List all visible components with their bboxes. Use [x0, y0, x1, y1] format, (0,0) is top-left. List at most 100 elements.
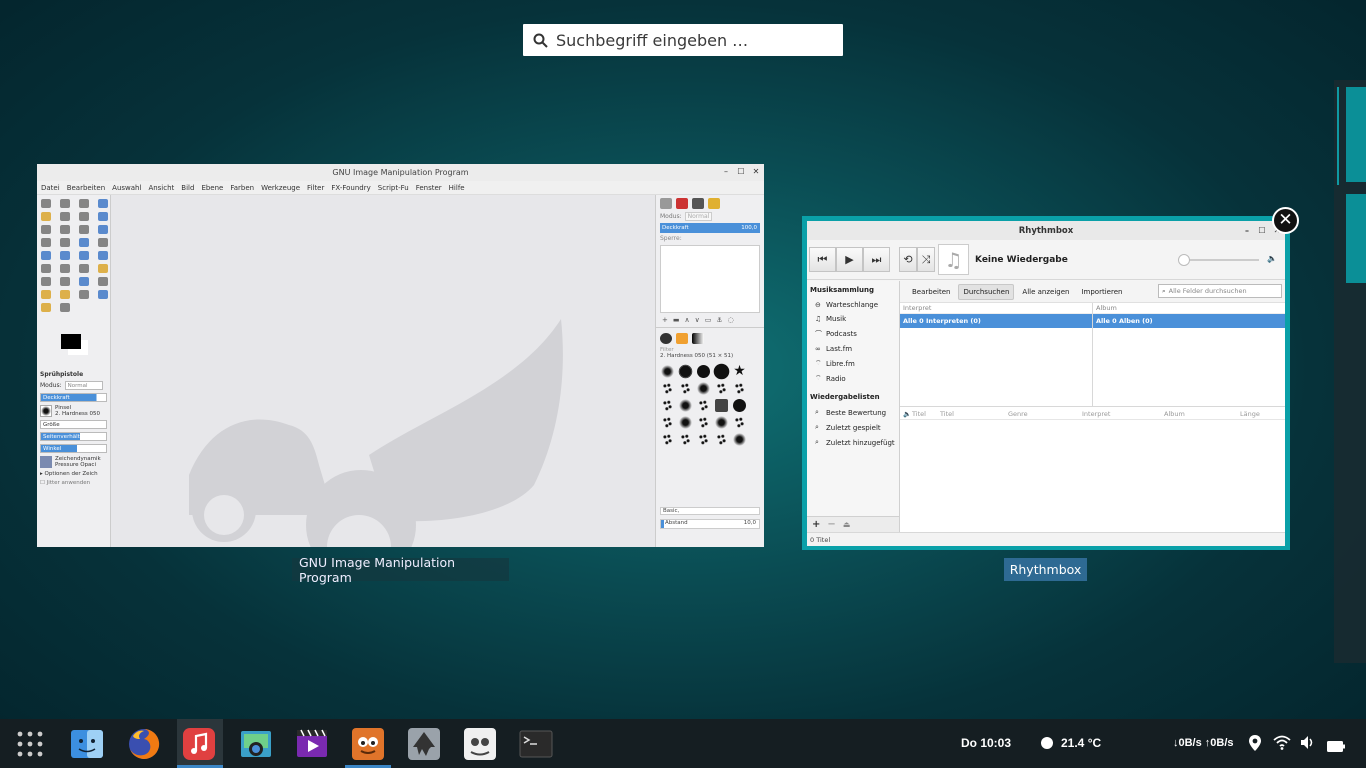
column-header[interactable]: Genre — [1008, 410, 1082, 418]
tab-browse[interactable]: Durchsuchen — [958, 283, 1015, 300]
network-speed[interactable]: ↓0B/s ↑0B/s — [1173, 737, 1234, 749]
brush-item[interactable] — [679, 399, 692, 412]
brush-item[interactable] — [715, 433, 728, 446]
brush-item[interactable] — [697, 382, 710, 395]
menu-item[interactable]: Farben — [230, 184, 254, 192]
flip-icon[interactable] — [79, 251, 89, 260]
layers-tab-icon[interactable] — [660, 198, 672, 209]
eraser-icon[interactable] — [60, 277, 70, 286]
sidebar-item-radio[interactable]: ⌔ Radio — [807, 371, 899, 386]
dynamics-icon[interactable] — [40, 456, 52, 468]
inkscape-icon[interactable] — [407, 727, 441, 761]
sidebar-item-top-rated[interactable]: ⌕ Beste Bewertung — [807, 405, 899, 420]
brush-grid[interactable]: ★ — [656, 361, 764, 450]
foreground-select-icon[interactable] — [79, 212, 89, 221]
jitter-checkbox[interactable]: Jitter anwenden — [47, 480, 90, 486]
tab-import[interactable]: Importieren — [1077, 285, 1126, 299]
brush-item[interactable] — [697, 365, 710, 378]
tab-edit[interactable]: Bearbeiten — [908, 285, 954, 299]
sidebar-item-lastfm[interactable]: ∞ Last.fm — [807, 342, 899, 356]
dynamics-options[interactable]: Optionen der Zeich — [45, 471, 98, 477]
column-header[interactable]: Album — [1164, 410, 1240, 418]
wand-icon[interactable] — [98, 199, 108, 208]
next-button[interactable]: ⏭ — [863, 247, 890, 272]
delete-icon[interactable]: ◌ — [728, 316, 734, 327]
weather-widget[interactable]: 21.4 °C — [1040, 736, 1101, 750]
clone-icon[interactable] — [41, 290, 51, 299]
layer-opacity-slider[interactable]: Deckkraft 100,0 — [660, 223, 760, 233]
album-all-row[interactable]: Alle 0 Alben (0) — [1093, 314, 1285, 328]
menu-item[interactable]: Script-Fu — [378, 184, 409, 192]
volume-icon[interactable] — [1300, 735, 1316, 754]
gimp-canvas[interactable] — [111, 195, 655, 547]
scissors-icon[interactable] — [60, 212, 70, 221]
sidebar-item-recently-added[interactable]: ⌕ Zuletzt hinzugefügt — [807, 435, 899, 450]
rhythmbox-titlebar[interactable]: Rhythmbox – ☐ ✕ — [807, 221, 1285, 240]
video-editor-icon[interactable] — [295, 727, 329, 761]
search-bar[interactable] — [523, 24, 843, 56]
remove-icon[interactable]: − — [827, 519, 835, 530]
brush-item[interactable] — [715, 382, 728, 395]
crop-icon[interactable] — [60, 238, 70, 247]
brush-item[interactable] — [661, 382, 674, 395]
brush-preview[interactable] — [40, 405, 52, 417]
heal-icon[interactable] — [60, 290, 70, 299]
shear-icon[interactable] — [41, 251, 51, 260]
clock[interactable]: Do 10:03 — [961, 736, 1011, 750]
maximize-icon[interactable]: ☐ — [1258, 226, 1266, 235]
duplicate-icon[interactable]: ▭ — [705, 316, 712, 327]
brush-item[interactable] — [733, 433, 746, 446]
brush-item[interactable] — [715, 399, 728, 412]
perspective-clone-icon[interactable] — [79, 290, 89, 299]
close-icon[interactable]: ✕ — [752, 167, 760, 176]
previous-button[interactable]: ⏮ — [809, 247, 836, 272]
color-picker-icon[interactable] — [41, 225, 51, 234]
column-header[interactable]: Interpret — [1082, 410, 1164, 418]
blur-icon[interactable] — [98, 290, 108, 299]
menu-item[interactable]: Hilfe — [449, 184, 465, 192]
menu-item[interactable]: Datei — [41, 184, 60, 192]
repeat-button[interactable]: ⟲ — [899, 247, 917, 272]
ink-icon[interactable] — [98, 277, 108, 286]
app-grid-icon[interactable] — [13, 727, 47, 761]
ellipse-select-icon[interactable] — [60, 199, 70, 208]
brush-item[interactable] — [661, 365, 674, 378]
channels-tab-icon[interactable] — [676, 198, 688, 209]
spacing-slider[interactable]: Abstand 10,0 — [660, 519, 760, 529]
brush-item[interactable] — [715, 416, 728, 429]
menu-item[interactable]: FX-Foundry — [331, 184, 370, 192]
speaker-icon[interactable]: 🔈 — [1267, 254, 1277, 263]
brush-item[interactable] — [733, 382, 746, 395]
rotate-icon[interactable] — [79, 238, 89, 247]
minimize-icon[interactable]: – — [722, 167, 730, 176]
new-layer-icon[interactable]: + — [662, 316, 668, 327]
terminal-icon[interactable] — [519, 727, 553, 761]
dodge-icon[interactable] — [60, 303, 70, 312]
add-icon[interactable]: + — [812, 519, 820, 530]
undo-tab-icon[interactable] — [708, 198, 720, 209]
close-window-button[interactable]: ✕ — [1272, 207, 1299, 234]
mode-select[interactable]: Normal — [64, 381, 103, 390]
firefox-icon[interactable] — [127, 727, 161, 761]
paintbrush-icon[interactable] — [41, 277, 51, 286]
gimp-icon[interactable] — [351, 727, 385, 761]
finder-icon[interactable] — [70, 727, 104, 761]
size-slider[interactable]: Größe — [40, 420, 107, 429]
brush-item[interactable] — [679, 433, 692, 446]
sidebar-item-recently-played[interactable]: ⌕ Zuletzt gespielt — [807, 420, 899, 435]
brush-item[interactable] — [697, 399, 710, 412]
airbrush-icon[interactable] — [79, 277, 89, 286]
brush-item[interactable] — [661, 433, 674, 446]
color-select-icon[interactable] — [41, 212, 51, 221]
location-icon[interactable] — [1249, 735, 1261, 755]
menu-item[interactable]: Filter — [307, 184, 324, 192]
patterns-tab-icon[interactable] — [676, 333, 688, 344]
perspective-icon[interactable] — [60, 251, 70, 260]
wifi-icon[interactable] — [1273, 735, 1291, 754]
menu-item[interactable]: Werkzeuge — [261, 184, 300, 192]
shuffle-button[interactable]: ⤨ — [917, 247, 935, 272]
paths-tab-icon[interactable] — [692, 198, 704, 209]
screenshot-icon[interactable] — [239, 727, 273, 761]
window-label-gimp[interactable]: GNU Image Manipulation Program — [292, 555, 509, 585]
brush-item[interactable] — [713, 363, 730, 380]
